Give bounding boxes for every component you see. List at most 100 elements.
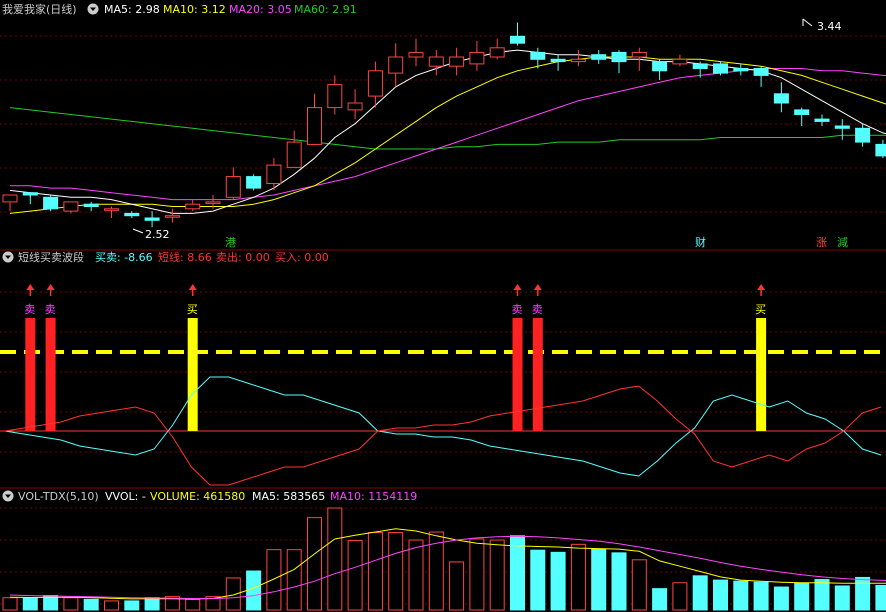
candle[interactable] bbox=[22, 192, 38, 205]
volume-bar[interactable] bbox=[408, 539, 424, 611]
candle[interactable] bbox=[246, 174, 262, 191]
volume-bar[interactable] bbox=[773, 586, 789, 611]
volume-bar[interactable] bbox=[591, 548, 607, 611]
volume-bar[interactable] bbox=[834, 585, 850, 611]
volume-bar[interactable] bbox=[631, 559, 647, 611]
volume-bar[interactable] bbox=[428, 531, 444, 611]
candle[interactable] bbox=[753, 66, 769, 87]
volume-bar[interactable] bbox=[104, 600, 119, 611]
main-price-panel[interactable]: 3.44 2.52 港 财 涨 減 我爱我家(日线) MA5: 2.98 MA1… bbox=[0, 2, 886, 249]
volume-bar[interactable] bbox=[2, 597, 18, 611]
candle[interactable] bbox=[83, 201, 99, 212]
stock-chart[interactable]: 3.44 2.52 港 财 涨 減 我爱我家(日线) MA5: 2.98 MA1… bbox=[0, 0, 886, 612]
volume-bar[interactable] bbox=[550, 551, 566, 611]
candle[interactable] bbox=[469, 40, 485, 71]
volume-bar[interactable] bbox=[22, 597, 38, 611]
candle[interactable] bbox=[570, 50, 586, 67]
candle[interactable] bbox=[652, 59, 668, 80]
marker-finance-icon[interactable]: 财 bbox=[695, 235, 706, 249]
price-high-annotation: 3.44 bbox=[802, 18, 842, 33]
volume-bar[interactable] bbox=[733, 580, 749, 611]
sell-out-legend: 卖出: 0.00 bbox=[216, 250, 270, 264]
candle[interactable] bbox=[327, 75, 343, 115]
volume-bar[interactable] bbox=[286, 549, 302, 611]
candle[interactable] bbox=[428, 50, 444, 76]
volume-bar[interactable] bbox=[814, 579, 830, 611]
ma5-legend: MA5: 2.98 bbox=[104, 3, 160, 16]
ma20-legend: MA20: 3.05 bbox=[229, 3, 292, 16]
sell-signal[interactable]: 卖 bbox=[512, 284, 523, 431]
volume-bar[interactable] bbox=[692, 575, 708, 611]
candle[interactable] bbox=[672, 54, 688, 67]
volume-bar[interactable] bbox=[388, 532, 404, 611]
candle[interactable] bbox=[266, 158, 282, 191]
sell-signal[interactable]: 卖 bbox=[45, 284, 56, 431]
candle[interactable] bbox=[794, 107, 810, 126]
candle[interactable] bbox=[347, 89, 363, 120]
candle[interactable] bbox=[733, 63, 749, 76]
volume-bar[interactable] bbox=[753, 581, 769, 611]
volume-bar[interactable] bbox=[530, 549, 546, 611]
volume-header: VOL-TDX(5,10) VVOL: - VOLUME: 461580 MA5… bbox=[2, 490, 417, 503]
volume-bar[interactable] bbox=[367, 532, 383, 611]
candle[interactable] bbox=[164, 208, 180, 223]
ma10-legend: MA10: 3.12 bbox=[163, 3, 226, 16]
volume-bar[interactable] bbox=[83, 598, 99, 611]
candle-body bbox=[814, 118, 830, 122]
volume-bar[interactable] bbox=[794, 582, 810, 611]
candle[interactable] bbox=[408, 38, 424, 67]
candle-body bbox=[855, 127, 871, 143]
volume-bar[interactable] bbox=[246, 570, 262, 611]
volume-bar[interactable] bbox=[124, 600, 140, 611]
volume-bar[interactable] bbox=[327, 507, 343, 611]
candle[interactable] bbox=[225, 167, 241, 200]
candle[interactable] bbox=[144, 211, 160, 228]
volume-bar[interactable] bbox=[855, 576, 871, 611]
marker-hk-icon[interactable]: 港 bbox=[225, 236, 236, 249]
volume-bar[interactable] bbox=[469, 538, 485, 611]
volume-bar[interactable] bbox=[713, 579, 728, 611]
candle[interactable] bbox=[2, 194, 18, 212]
collapse-icon[interactable] bbox=[2, 490, 14, 502]
candle[interactable] bbox=[307, 93, 322, 145]
volume-bar[interactable] bbox=[225, 577, 241, 611]
candle[interactable] bbox=[875, 139, 886, 159]
volume-bar[interactable] bbox=[510, 535, 525, 611]
volume-bar[interactable] bbox=[185, 598, 201, 611]
candle[interactable] bbox=[591, 50, 607, 64]
candle[interactable] bbox=[855, 123, 871, 147]
candle[interactable] bbox=[489, 38, 505, 60]
volume-bar[interactable] bbox=[875, 584, 886, 611]
candle[interactable] bbox=[185, 199, 201, 212]
volume-bar[interactable] bbox=[449, 561, 465, 611]
volume-bar[interactable] bbox=[672, 582, 688, 611]
marker-reduce-icon[interactable]: 減 bbox=[837, 235, 848, 249]
sell-signal[interactable]: 卖 bbox=[24, 284, 36, 431]
collapse-icon[interactable] bbox=[2, 251, 14, 263]
collapse-icon[interactable] bbox=[87, 3, 99, 15]
candle[interactable] bbox=[449, 47, 465, 76]
volume-panel[interactable]: VOL-TDX(5,10) VVOL: - VOLUME: 461580 MA5… bbox=[0, 490, 886, 611]
candle[interactable] bbox=[510, 22, 525, 46]
volume-bar[interactable] bbox=[307, 517, 322, 611]
volume-bar[interactable] bbox=[63, 597, 79, 611]
candle[interactable] bbox=[43, 195, 59, 212]
buy-signal[interactable]: 买 bbox=[187, 284, 198, 431]
volume-bar[interactable] bbox=[611, 552, 627, 611]
signal-bar bbox=[532, 318, 543, 431]
volume-bar[interactable] bbox=[489, 539, 505, 611]
buy-signal[interactable]: 买 bbox=[755, 284, 767, 431]
candle-body bbox=[185, 203, 201, 210]
volume-bar[interactable] bbox=[347, 540, 363, 611]
marker-rise-icon[interactable]: 涨 bbox=[816, 236, 827, 249]
volume-bar[interactable] bbox=[144, 597, 160, 611]
candle[interactable] bbox=[713, 61, 728, 76]
volume-bar[interactable] bbox=[570, 543, 586, 611]
volume-bar[interactable] bbox=[266, 549, 282, 611]
candle[interactable] bbox=[834, 119, 850, 140]
candle[interactable] bbox=[773, 82, 789, 113]
candle[interactable] bbox=[611, 50, 627, 74]
candle[interactable] bbox=[286, 130, 302, 168]
indicator-panel[interactable]: 卖卖买卖卖买 短线买卖波段 买卖: -8.66 短线: 8.66 卖出: 0.0… bbox=[0, 250, 886, 486]
volume-bar[interactable] bbox=[652, 588, 668, 611]
